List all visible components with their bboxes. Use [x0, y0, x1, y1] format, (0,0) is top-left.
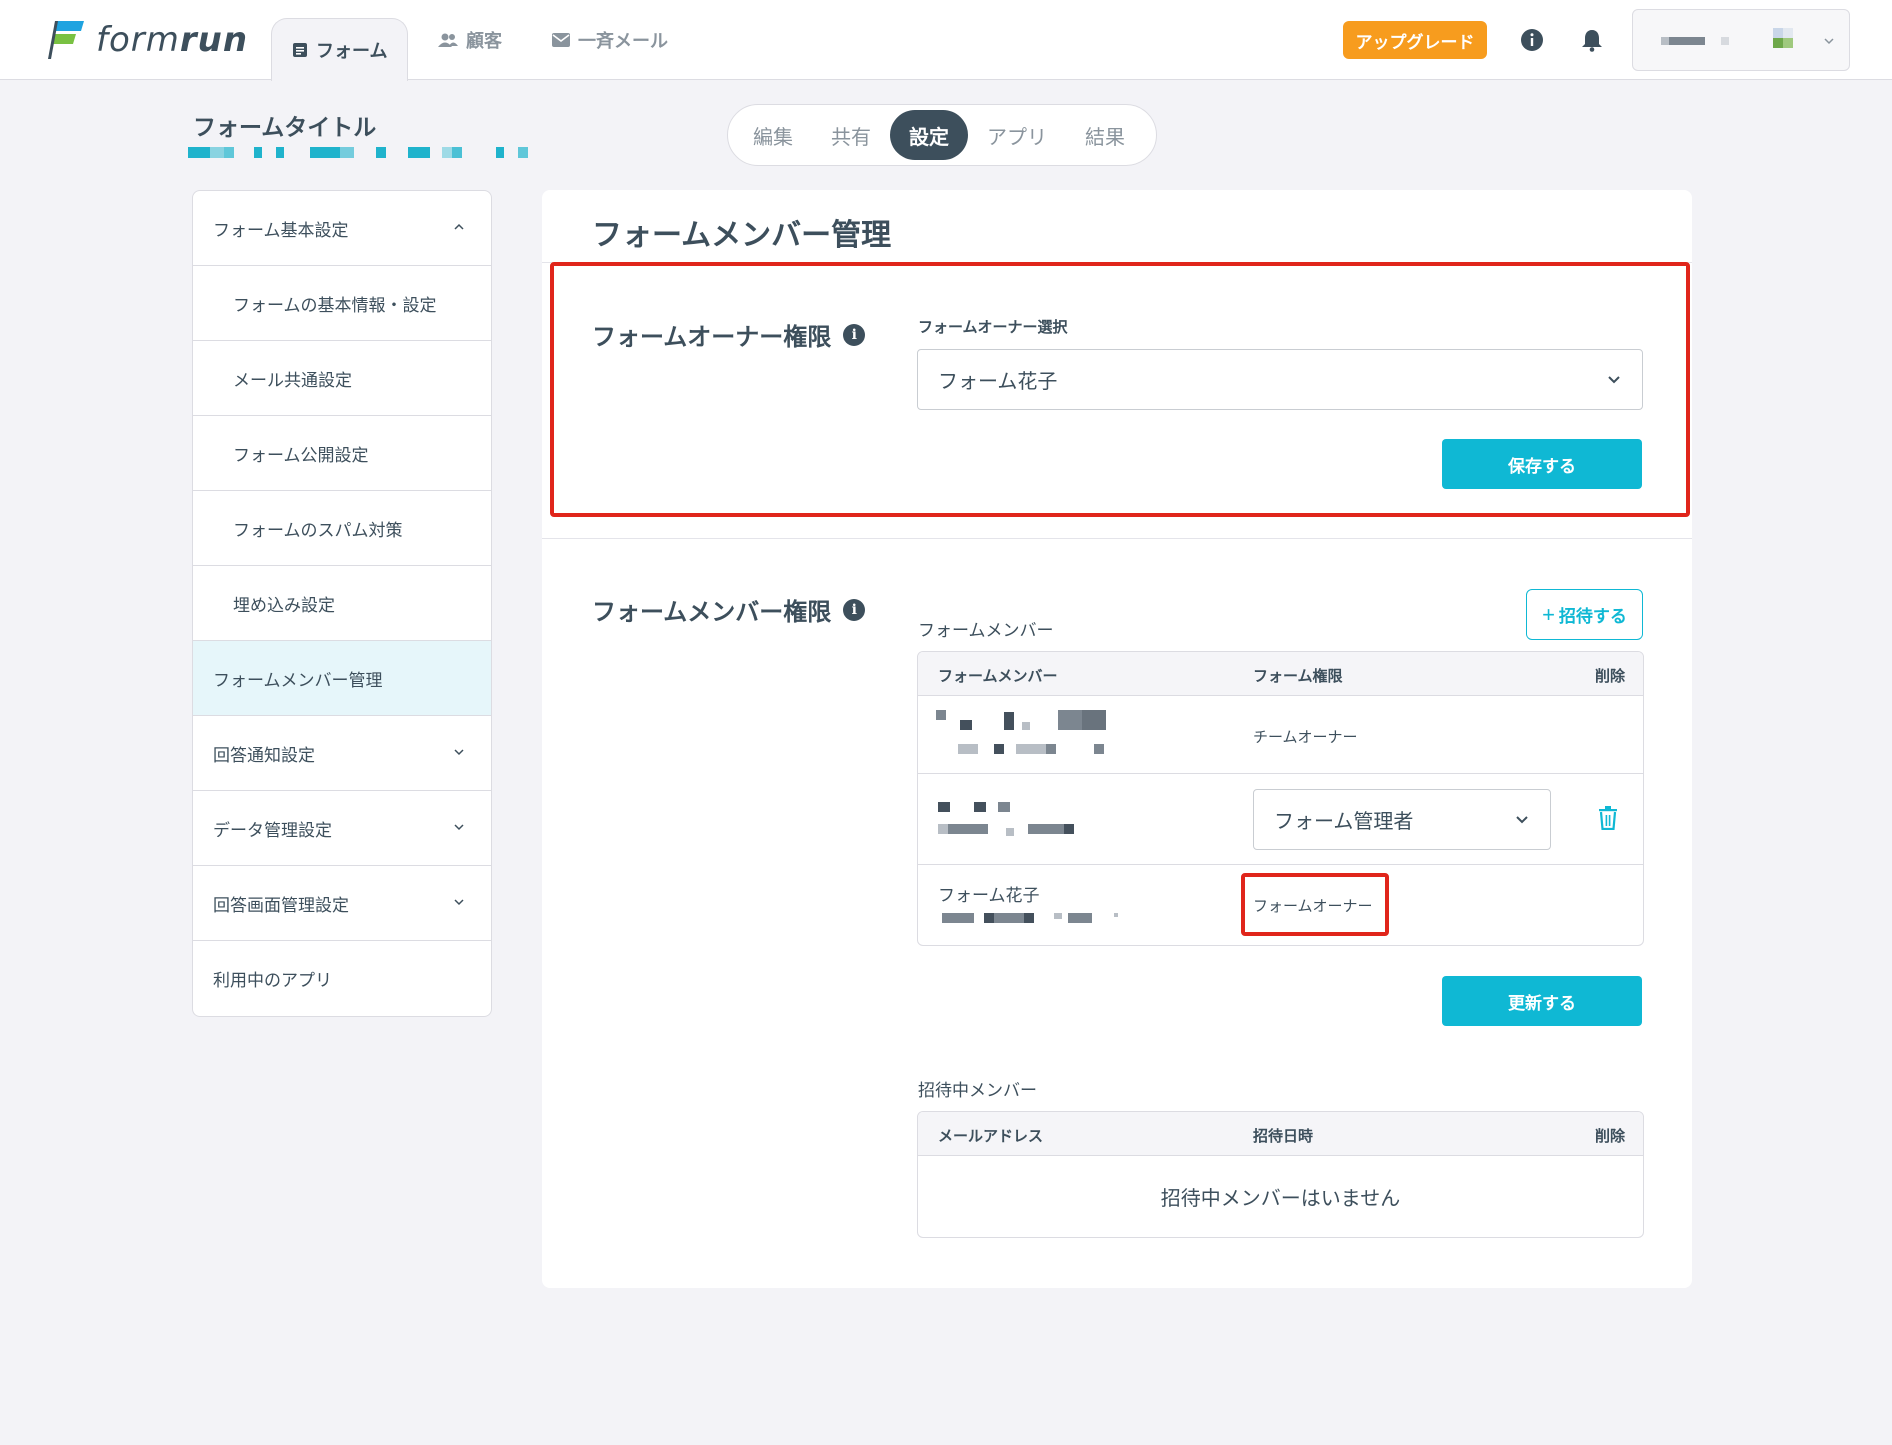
member-role-select[interactable]: フォーム管理者 [1253, 789, 1551, 850]
plus-icon: + [1542, 601, 1555, 627]
member-section-heading: フォームメンバー権限 i [592, 592, 866, 627]
nav-tab-bulk-mail-label: 一斉メール [578, 31, 668, 52]
sidebar-item-form-basic-info[interactable]: フォームの基本情報・設定 [193, 266, 491, 341]
sidebar-item-label: フォームの基本情報・設定 [233, 295, 437, 316]
invite-button-label: 招待する [1558, 607, 1627, 626]
upgrade-button[interactable]: アップグレード [1343, 21, 1487, 59]
invited-members-label: 招待中メンバー [918, 1081, 1037, 1101]
sidebar-item-form-basic-settings[interactable]: フォーム基本設定 [193, 191, 491, 266]
account-menu[interactable] [1632, 9, 1850, 71]
settings-sidebar: フォーム基本設定 フォームの基本情報・設定 メール共通設定 フォーム公開設定 フ… [192, 190, 492, 1017]
avatar [1773, 28, 1793, 50]
column-header-member: フォームメンバー [938, 667, 1058, 685]
tab-edit[interactable]: 編集 [734, 110, 812, 160]
form-title: フォームタイトル [193, 115, 377, 141]
tab-apps[interactable]: アプリ [968, 110, 1066, 160]
tab-share[interactable]: 共有 [812, 110, 890, 160]
chevron-down-icon [453, 893, 465, 913]
member-role: チームオーナー [1253, 728, 1358, 746]
chevron-down-icon [1514, 808, 1530, 832]
chevron-up-icon [453, 218, 465, 238]
sidebar-item-label: 利用中のアプリ [213, 971, 332, 991]
chevron-down-icon [453, 818, 465, 838]
sidebar-item-label: 埋め込み設定 [233, 595, 335, 616]
save-button[interactable]: 保存する [1442, 439, 1642, 489]
sidebar-item-label: 回答通知設定 [213, 745, 315, 766]
sidebar-item-spam[interactable]: フォームのスパム対策 [193, 491, 491, 566]
empty-state: 招待中メンバーはいません [1160, 1185, 1401, 1210]
update-button[interactable]: 更新する [1442, 976, 1642, 1026]
table-row: フォーム花子 フォームオーナー [918, 865, 1643, 945]
sidebar-item-data-management[interactable]: データ管理設定 [193, 791, 491, 866]
sidebar-item-apps-in-use[interactable]: 利用中のアプリ [193, 941, 491, 1016]
table-row: フォーム管理者 [918, 774, 1643, 865]
chevron-down-icon [1823, 32, 1835, 51]
account-name-pixel [1721, 37, 1729, 45]
invite-button[interactable]: + 招待する [1526, 589, 1643, 640]
form-url-pixel-bar [188, 147, 530, 158]
member-section-heading-text: フォームメンバー権限 [592, 598, 832, 626]
column-header-delete: 削除 [1594, 667, 1625, 685]
sidebar-item-label: フォーム基本設定 [213, 220, 349, 241]
form-mode-tabs: 編集 共有 設定 アプリ 結果 [727, 104, 1157, 166]
sidebar-item-label: データ管理設定 [213, 820, 332, 841]
nav-tab-form[interactable]: フォーム [271, 18, 409, 81]
member-role-select-value: フォーム管理者 [1274, 809, 1414, 833]
owner-section-heading: フォームオーナー権限 i [592, 317, 866, 352]
member-name: フォーム花子 [938, 886, 1040, 906]
table-header: メールアドレス 招待日時 削除 [918, 1112, 1643, 1156]
chevron-down-icon [453, 743, 465, 763]
formrun-logo[interactable]: formrun [48, 18, 248, 62]
people-icon [438, 32, 458, 48]
info-icon[interactable]: i [843, 323, 866, 346]
nav-tab-customers[interactable]: 顧客 [438, 0, 502, 80]
top-header: formrun フォーム 顧客 一斉メール アップグレード [0, 0, 1892, 81]
member-role: フォームオーナー [1253, 897, 1373, 915]
member-table: フォームメンバー フォーム権限 削除 チームオーナー フォーム管理者 フォーム花… [917, 651, 1644, 946]
mail-icon [552, 33, 570, 47]
chevron-down-icon [1606, 368, 1622, 392]
sidebar-item-label: 回答画面管理設定 [213, 895, 349, 916]
column-header-invited-at: 招待日時 [1253, 1127, 1314, 1145]
sidebar-item-answer-notification[interactable]: 回答通知設定 [193, 716, 491, 791]
tab-results[interactable]: 結果 [1066, 110, 1144, 160]
info-icon[interactable] [1519, 27, 1545, 53]
nav-tab-form-label: フォーム [316, 41, 388, 62]
sidebar-item-member-management[interactable]: フォームメンバー管理 [193, 641, 491, 716]
column-header-delete: 削除 [1594, 1127, 1625, 1145]
table-header: フォームメンバー フォーム権限 削除 [918, 652, 1643, 696]
info-icon[interactable]: i [843, 598, 866, 621]
account-name-pixel [1661, 37, 1669, 45]
invited-members-table: メールアドレス 招待日時 削除 招待中メンバーはいません [917, 1111, 1644, 1238]
table-row: チームオーナー [918, 696, 1643, 774]
sidebar-item-answer-screen[interactable]: 回答画面管理設定 [193, 866, 491, 941]
account-name-pixel [1669, 37, 1705, 45]
sidebar-item-label: メール共通設定 [233, 370, 352, 391]
trash-icon[interactable] [1598, 806, 1618, 834]
owner-section-heading-text: フォームオーナー権限 [592, 323, 832, 351]
divider [542, 538, 1692, 539]
logo-flag-icon [48, 19, 86, 61]
sidebar-item-mail-common[interactable]: メール共通設定 [193, 341, 491, 416]
nav-tab-customers-label: 顧客 [466, 31, 502, 52]
member-management-panel: フォームメンバー管理 フォームオーナー権限 i フォームオーナー選択 フォーム花… [542, 190, 1692, 1288]
tab-settings[interactable]: 設定 [890, 110, 968, 160]
sidebar-item-form-publish[interactable]: フォーム公開設定 [193, 416, 491, 491]
sidebar-item-label: フォーム公開設定 [233, 445, 369, 466]
logo-wordmark: formrun [96, 20, 249, 60]
member-list-label: フォームメンバー [918, 621, 1054, 641]
column-header-email: メールアドレス [938, 1127, 1044, 1145]
owner-select[interactable]: フォーム花子 [917, 349, 1643, 410]
bell-icon[interactable] [1579, 27, 1605, 53]
sidebar-item-label: フォームのスパム対策 [233, 520, 403, 541]
column-header-permission: フォーム権限 [1253, 667, 1343, 685]
form-icon [292, 42, 308, 58]
nav-tab-bulk-mail[interactable]: 一斉メール [552, 0, 668, 80]
owner-select-label: フォームオーナー選択 [918, 318, 1068, 336]
sidebar-item-label: フォームメンバー管理 [213, 670, 383, 691]
owner-select-value: フォーム花子 [938, 369, 1058, 393]
sidebar-item-embed[interactable]: 埋め込み設定 [193, 566, 491, 641]
page-title: フォームメンバー管理 [592, 218, 892, 253]
